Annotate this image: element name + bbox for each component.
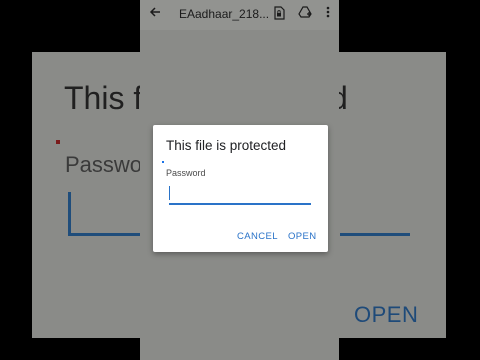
password-dialog: This file is protected Password CANCEL O…	[153, 125, 328, 252]
cancel-button[interactable]: CANCEL	[237, 231, 278, 242]
background-dialog-title: This fi	[64, 80, 150, 116]
back-arrow-icon[interactable]	[148, 5, 162, 19]
password-label: Password	[166, 168, 206, 178]
background-password-label: Passwo	[65, 152, 143, 177]
drive-add-icon[interactable]	[298, 5, 312, 19]
background-open-button: OPEN	[354, 302, 419, 327]
dialog-title: This file is protected	[166, 138, 287, 153]
file-lock-icon[interactable]	[273, 6, 285, 20]
password-input[interactable]	[169, 183, 311, 205]
background-input-underline-end	[340, 233, 410, 236]
background-dialog-marker	[56, 140, 60, 144]
background-input-underline	[68, 233, 140, 236]
app-bar: EAadhaar_218...	[140, 0, 339, 30]
text-caret	[169, 186, 170, 200]
more-vert-icon[interactable]	[326, 5, 330, 19]
dialog-marker	[162, 161, 164, 163]
background-input-caret	[68, 192, 71, 234]
open-button[interactable]: OPEN	[288, 231, 317, 242]
file-title: EAadhaar_218...	[179, 7, 270, 21]
